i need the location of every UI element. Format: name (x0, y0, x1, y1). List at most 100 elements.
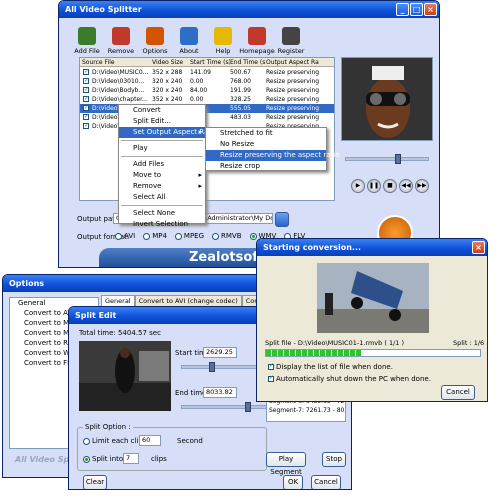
context-menu-item[interactable]: Remove ▸ (119, 181, 205, 192)
next-button[interactable]: ▶▶ (415, 179, 429, 193)
conversion-cancel-button[interactable]: Cancel (441, 385, 475, 400)
play-segment-button[interactable]: Play Segment (266, 452, 306, 476)
row-checkbox[interactable] (83, 112, 89, 121)
toolbar-label: Register (277, 47, 305, 55)
aspect-menu-item[interactable]: Resize preserving the aspect ratio (206, 150, 340, 161)
context-menu-item[interactable]: Move to ▸ (119, 170, 205, 181)
file-list-header: Source File Video Size Start Time (s) End T… (80, 58, 334, 67)
format-option-mpeg[interactable]: MPEG (174, 232, 204, 240)
table-cell: 0.00 (190, 96, 204, 103)
previous-button[interactable]: ◀◀ (399, 179, 413, 193)
table-row[interactable]: D:\Video\chapter... 352 x 240 0.00 328.25 Re… (80, 94, 334, 104)
homepage-button[interactable]: Homepage (239, 27, 275, 55)
display-list-option[interactable]: Display the list of file when done. (265, 362, 393, 371)
format-radio[interactable] (143, 232, 151, 240)
column-header[interactable]: Source File (82, 58, 152, 67)
row-checkbox[interactable] (83, 121, 89, 130)
row-checkbox[interactable] (83, 67, 89, 76)
tab-option[interactable]: General (101, 295, 135, 306)
table-cell: 483.03 (230, 114, 251, 121)
start-time-thumb[interactable] (209, 362, 215, 372)
register-icon (282, 27, 300, 45)
split-into-label: Split into (92, 455, 124, 463)
stop-button[interactable]: ■ (383, 179, 397, 193)
brand-name: Zealotsoft (189, 250, 265, 265)
main-title-bar: All Video Splitter _ □ × (59, 1, 439, 18)
shutdown-checkbox[interactable] (268, 374, 274, 382)
about-icon (180, 27, 198, 45)
end-time-thumb[interactable] (245, 402, 251, 412)
toolbar-label: Remove (107, 47, 135, 55)
format-option-mp4[interactable]: MP4 (143, 232, 167, 240)
limit-input[interactable]: 60 (139, 435, 161, 446)
format-option-avi[interactable]: AVI (115, 232, 135, 240)
format-radio[interactable] (249, 232, 257, 240)
conversion-close-button[interactable]: × (472, 241, 485, 254)
segment-item[interactable]: Segment-7: 7261.73 - 8033.82 sec (267, 406, 345, 415)
split-into-input[interactable]: 7 (123, 453, 139, 464)
format-label: AVI (124, 232, 136, 240)
help-icon (214, 27, 232, 45)
aspect-menu-item[interactable]: No Resize (206, 139, 326, 150)
end-time-input[interactable]: 8033.82 (203, 387, 237, 398)
split-into-option[interactable]: Split into (83, 455, 123, 463)
context-menu-item[interactable]: Invert Selection (119, 219, 205, 230)
format-option-rmvb[interactable]: RMVB (212, 232, 242, 240)
context-menu-item[interactable]: Set Output Aspect Ratio ▸ (119, 127, 217, 138)
options-title: Options (9, 279, 45, 288)
homepage-icon (248, 27, 266, 45)
close-button[interactable]: × (424, 3, 437, 16)
preview-seek-thumb[interactable] (395, 154, 401, 164)
options-button[interactable]: Options (137, 27, 173, 55)
toolbar-label: Homepage (239, 47, 275, 55)
maximize-button[interactable]: □ (410, 3, 423, 16)
column-header[interactable]: End Time (s) (230, 58, 266, 67)
split-cancel-button[interactable]: Cancel (311, 475, 341, 489)
table-row[interactable]: D:\Video\MUSIC0... 352 x 288 141.09 500.67 R… (80, 67, 334, 77)
aspect-menu-item[interactable]: Resize crop (206, 161, 326, 172)
stop-segment-button[interactable]: Stop (322, 452, 346, 467)
table-cell: 320 x 240 (152, 78, 183, 85)
help-button[interactable]: Help (205, 27, 241, 55)
column-header[interactable]: Video Size (152, 58, 190, 67)
format-radio[interactable] (174, 232, 182, 240)
pause-button[interactable]: ❚❚ (367, 179, 381, 193)
column-header[interactable]: Start Time (s) (190, 58, 230, 67)
aspect-menu-item[interactable]: Stretched to fit (206, 128, 326, 139)
tab-option[interactable]: Convert to AVI (change codec) (134, 295, 242, 306)
context-menu-item[interactable]: Split Edit... (119, 116, 205, 127)
row-checkbox[interactable] (83, 94, 89, 103)
remove-button[interactable]: Remove (103, 27, 139, 55)
minimize-button[interactable]: _ (396, 3, 409, 16)
table-cell: Resize preserving (266, 78, 320, 85)
limit-radio[interactable] (83, 437, 90, 445)
clear-button[interactable]: Clear (83, 475, 107, 489)
display-list-checkbox[interactable] (268, 362, 274, 370)
context-menu-item[interactable]: Add Files (119, 159, 205, 170)
context-menu-item[interactable]: Select None (119, 208, 205, 219)
shutdown-option[interactable]: Automatically shut down the PC when done… (265, 374, 431, 383)
split-into-radio[interactable] (83, 455, 90, 463)
context-menu-item[interactable]: Convert (119, 105, 205, 116)
format-radio[interactable] (115, 232, 122, 240)
split-preview (79, 341, 171, 411)
start-time-input[interactable]: 2629.25 (203, 347, 237, 358)
end-time-slider[interactable] (181, 405, 277, 409)
add-file-button[interactable]: Add File (69, 27, 105, 55)
preview-seek-slider[interactable] (345, 157, 429, 161)
play-button[interactable]: ▶ (351, 179, 365, 193)
context-menu-item[interactable]: Select All (119, 192, 205, 203)
context-menu-item[interactable]: Play (119, 143, 205, 154)
format-radio[interactable] (212, 232, 220, 240)
register-button[interactable]: Register (273, 27, 309, 55)
row-checkbox[interactable] (83, 103, 89, 112)
table-row[interactable]: D:\Video\03010... 320 x 240 0.00 768.00 Resi… (80, 76, 334, 86)
toolbar-label: Options (142, 47, 168, 55)
about-button[interactable]: About (171, 27, 207, 55)
row-checkbox[interactable] (83, 76, 89, 85)
column-header[interactable]: Output Aspect Ra (266, 58, 336, 67)
toolbar-label: Add File (74, 47, 100, 55)
row-checkbox[interactable] (83, 85, 89, 94)
browse-button[interactable] (275, 212, 289, 227)
table-row[interactable]: D:\Video\Bodyb... 320 x 240 84.00 191.99 Res… (80, 85, 334, 95)
